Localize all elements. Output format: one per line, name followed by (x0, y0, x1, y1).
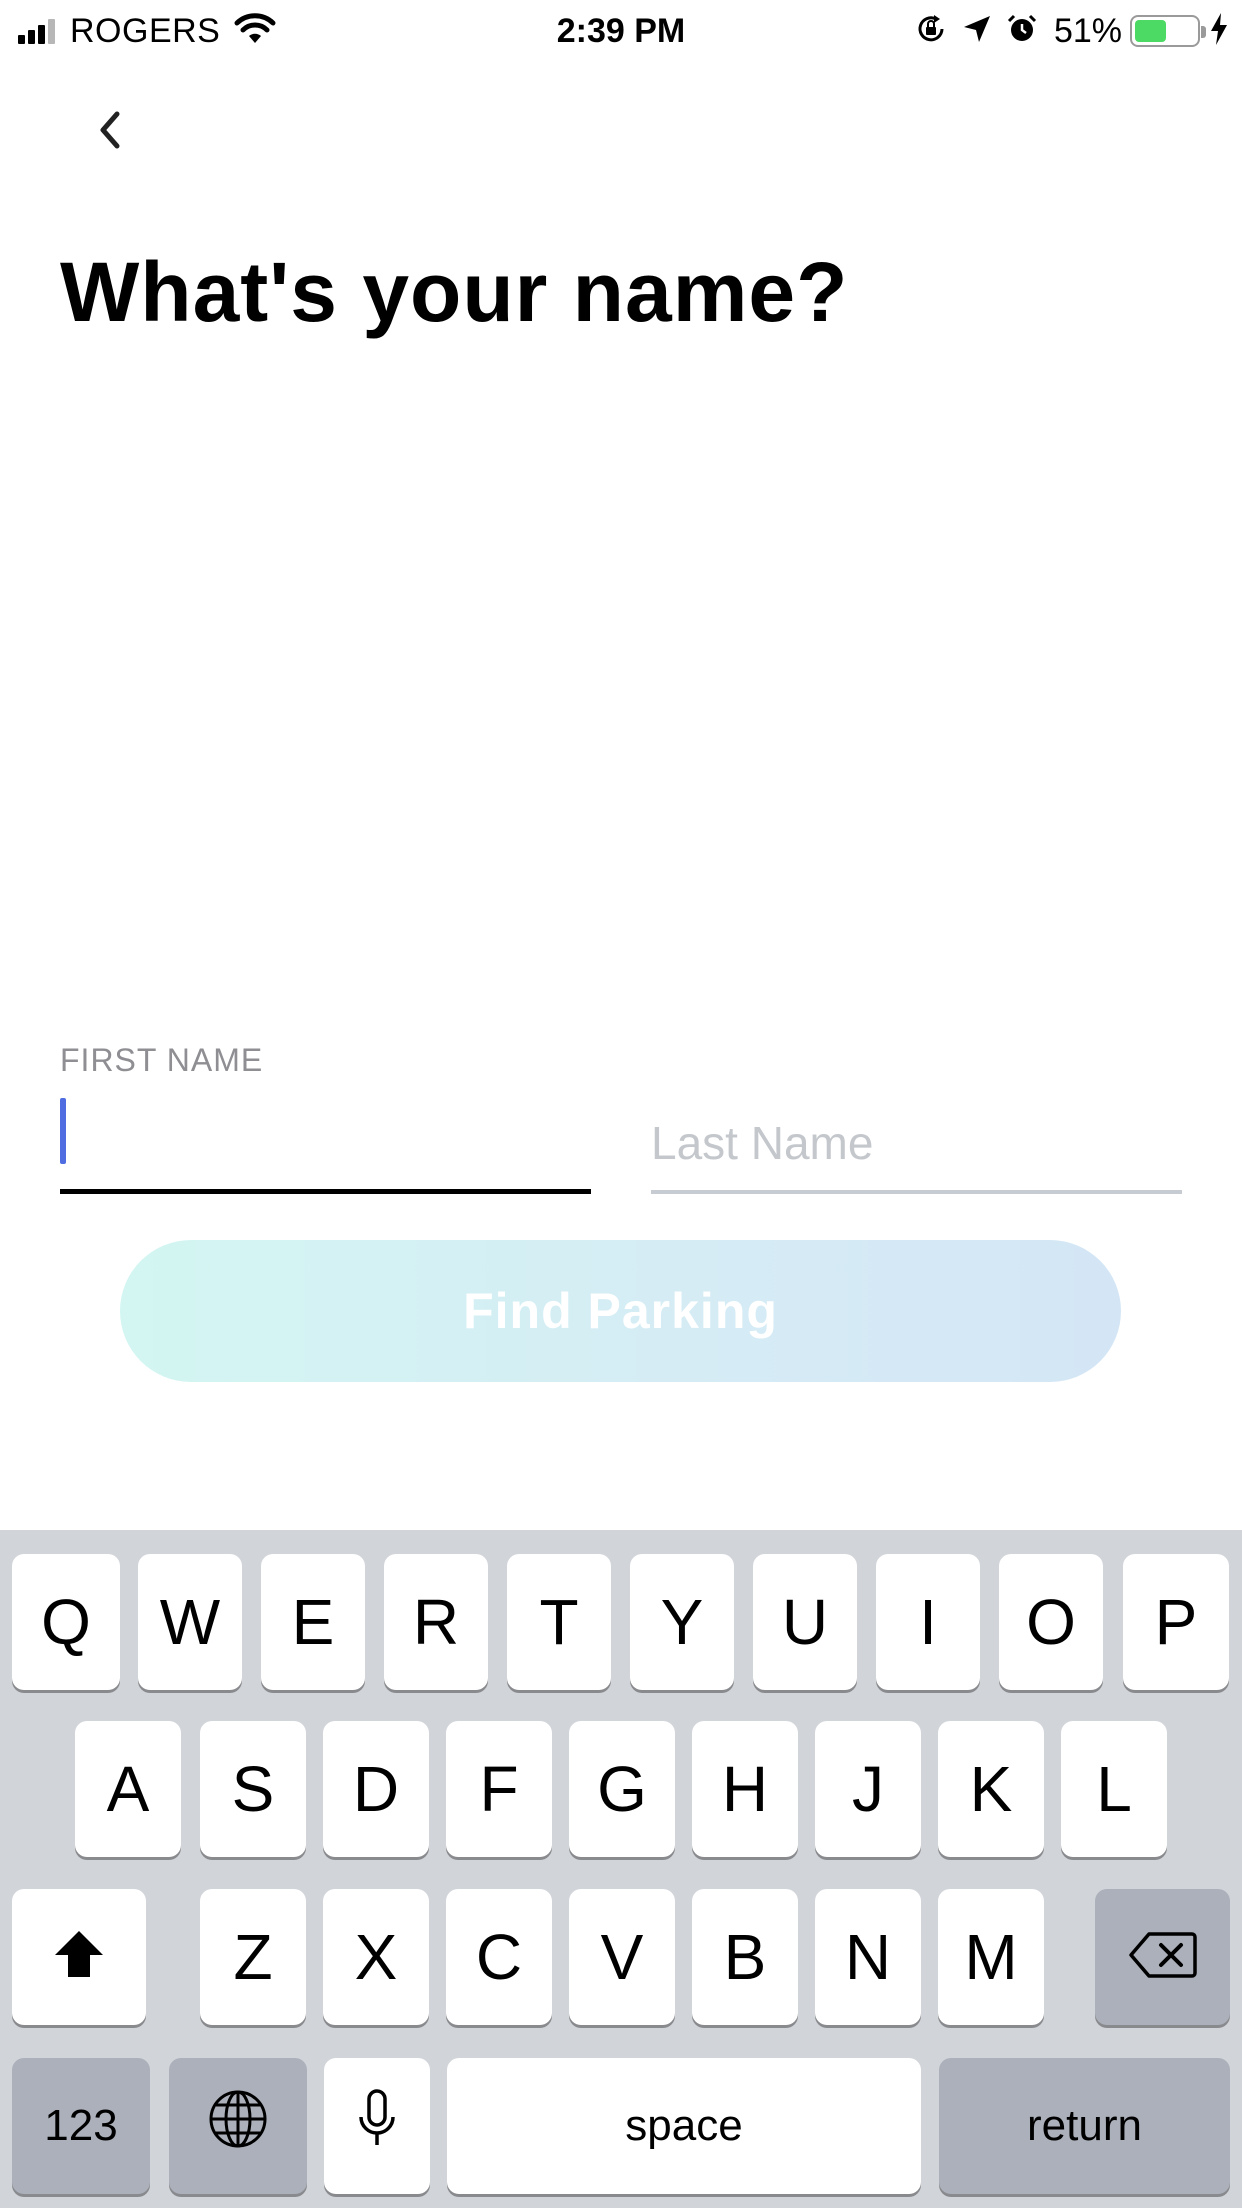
dictation-key[interactable] (324, 2058, 430, 2194)
location-icon (962, 14, 992, 49)
key-e[interactable]: E (261, 1554, 365, 1690)
shift-key[interactable] (12, 1889, 146, 2025)
key-r[interactable]: R (384, 1554, 488, 1690)
key-g[interactable]: G (569, 1721, 675, 1857)
key-t[interactable]: T (507, 1554, 611, 1690)
key-q[interactable]: Q (12, 1554, 120, 1690)
alarm-icon (1006, 13, 1038, 50)
key-f[interactable]: F (446, 1721, 552, 1857)
key-m[interactable]: M (938, 1889, 1044, 2025)
microphone-icon (357, 2088, 397, 2164)
orientation-lock-icon (914, 12, 948, 51)
key-l[interactable]: L (1061, 1721, 1167, 1857)
charging-bolt-icon (1210, 12, 1228, 50)
key-w[interactable]: W (138, 1554, 242, 1690)
battery-icon (1130, 15, 1206, 47)
battery-percent: 51% (1053, 11, 1122, 50)
key-x[interactable]: X (323, 1889, 429, 2025)
status-bar: ROGERS 2:39 PM 51% (0, 0, 1242, 62)
key-s[interactable]: S (200, 1721, 306, 1857)
key-z[interactable]: Z (200, 1889, 306, 2025)
key-c[interactable]: C (446, 1889, 552, 2025)
key-d[interactable]: D (323, 1721, 429, 1857)
status-right: 51% (900, 10, 1228, 52)
key-i[interactable]: I (876, 1554, 980, 1690)
key-h[interactable]: H (692, 1721, 798, 1857)
key-y[interactable]: Y (630, 1554, 734, 1690)
key-b[interactable]: B (692, 1889, 798, 2025)
key-p[interactable]: P (1123, 1554, 1229, 1690)
key-a[interactable]: A (75, 1721, 181, 1857)
globe-key[interactable] (169, 2058, 307, 2194)
backspace-icon (1128, 1920, 1197, 1994)
return-key[interactable]: return (939, 2058, 1230, 2194)
key-j[interactable]: J (815, 1721, 921, 1857)
back-button[interactable] (82, 104, 138, 160)
battery-level (1135, 20, 1166, 42)
find-parking-button[interactable]: Find Parking (120, 1240, 1121, 1382)
last-name-input[interactable] (651, 1086, 1182, 1190)
last-name-field[interactable] (651, 1086, 1182, 1194)
key-v[interactable]: V (569, 1889, 675, 2025)
first-name-label: FIRST NAME (60, 1042, 264, 1078)
chevron-left-icon (95, 108, 125, 157)
key-n[interactable]: N (815, 1889, 921, 2025)
shift-icon (53, 1920, 105, 1994)
page-title: What's your name? (60, 245, 849, 339)
first-name-field[interactable] (60, 1086, 591, 1194)
space-key[interactable]: space (447, 2058, 921, 2194)
key-k[interactable]: K (938, 1721, 1044, 1857)
numbers-key[interactable]: 123 (12, 2058, 150, 2194)
first-name-input[interactable] (60, 1086, 591, 1189)
key-o[interactable]: O (999, 1554, 1103, 1690)
globe-icon (208, 2089, 268, 2164)
backspace-key[interactable] (1095, 1889, 1230, 2025)
keyboard: Q W E R T Y U I O P A S D F G H J K L Z … (0, 1530, 1242, 2208)
key-u[interactable]: U (753, 1554, 857, 1690)
